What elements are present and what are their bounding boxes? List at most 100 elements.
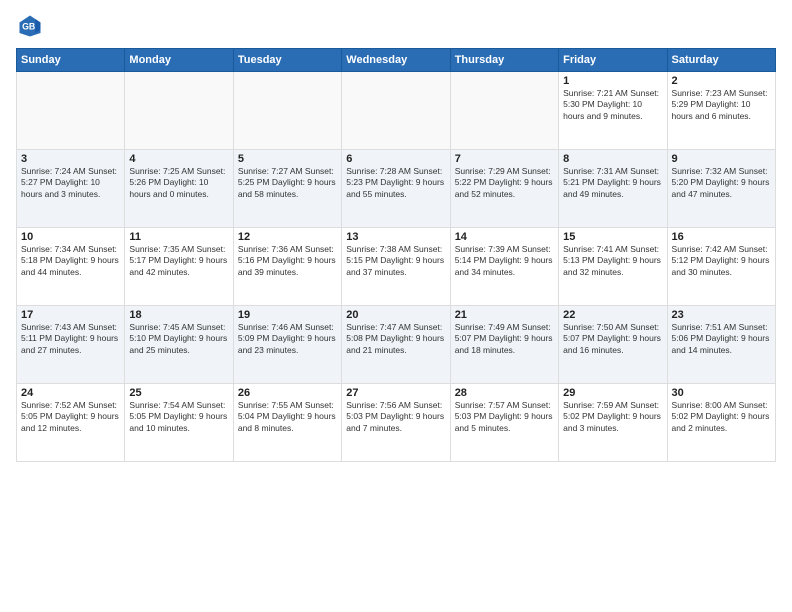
calendar-cell: 9Sunrise: 7:32 AM Sunset: 5:20 PM Daylig… [667, 150, 775, 228]
day-number: 6 [346, 153, 445, 165]
calendar-cell: 29Sunrise: 7:59 AM Sunset: 5:02 PM Dayli… [559, 384, 667, 462]
day-info: Sunrise: 8:00 AM Sunset: 5:02 PM Dayligh… [672, 400, 771, 434]
day-number: 12 [238, 231, 337, 243]
day-info: Sunrise: 7:35 AM Sunset: 5:17 PM Dayligh… [129, 244, 228, 278]
day-info: Sunrise: 7:38 AM Sunset: 5:15 PM Dayligh… [346, 244, 445, 278]
day-number: 3 [21, 153, 120, 165]
day-info: Sunrise: 7:27 AM Sunset: 5:25 PM Dayligh… [238, 166, 337, 200]
day-info: Sunrise: 7:32 AM Sunset: 5:20 PM Dayligh… [672, 166, 771, 200]
calendar-cell: 11Sunrise: 7:35 AM Sunset: 5:17 PM Dayli… [125, 228, 233, 306]
day-number: 10 [21, 231, 120, 243]
day-number: 8 [563, 153, 662, 165]
calendar-cell: 7Sunrise: 7:29 AM Sunset: 5:22 PM Daylig… [450, 150, 558, 228]
day-info: Sunrise: 7:39 AM Sunset: 5:14 PM Dayligh… [455, 244, 554, 278]
calendar-cell [450, 72, 558, 150]
calendar-cell [125, 72, 233, 150]
calendar-week-4: 24Sunrise: 7:52 AM Sunset: 5:05 PM Dayli… [17, 384, 776, 462]
calendar-cell: 26Sunrise: 7:55 AM Sunset: 5:04 PM Dayli… [233, 384, 341, 462]
calendar-cell: 18Sunrise: 7:45 AM Sunset: 5:10 PM Dayli… [125, 306, 233, 384]
calendar-cell [233, 72, 341, 150]
day-number: 14 [455, 231, 554, 243]
day-number: 11 [129, 231, 228, 243]
day-number: 29 [563, 387, 662, 399]
day-number: 20 [346, 309, 445, 321]
day-info: Sunrise: 7:24 AM Sunset: 5:27 PM Dayligh… [21, 166, 120, 200]
day-number: 25 [129, 387, 228, 399]
calendar-header-wednesday: Wednesday [342, 49, 450, 72]
day-info: Sunrise: 7:59 AM Sunset: 5:02 PM Dayligh… [563, 400, 662, 434]
calendar-header-saturday: Saturday [667, 49, 775, 72]
day-number: 2 [672, 75, 771, 87]
day-info: Sunrise: 7:28 AM Sunset: 5:23 PM Dayligh… [346, 166, 445, 200]
day-info: Sunrise: 7:36 AM Sunset: 5:16 PM Dayligh… [238, 244, 337, 278]
day-number: 24 [21, 387, 120, 399]
calendar-cell: 19Sunrise: 7:46 AM Sunset: 5:09 PM Dayli… [233, 306, 341, 384]
day-info: Sunrise: 7:55 AM Sunset: 5:04 PM Dayligh… [238, 400, 337, 434]
day-number: 13 [346, 231, 445, 243]
calendar-header-thursday: Thursday [450, 49, 558, 72]
day-number: 28 [455, 387, 554, 399]
day-number: 19 [238, 309, 337, 321]
calendar-cell: 22Sunrise: 7:50 AM Sunset: 5:07 PM Dayli… [559, 306, 667, 384]
page: GB SundayMondayTuesdayWednesdayThursdayF… [0, 0, 792, 612]
day-number: 9 [672, 153, 771, 165]
day-info: Sunrise: 7:49 AM Sunset: 5:07 PM Dayligh… [455, 322, 554, 356]
day-number: 27 [346, 387, 445, 399]
calendar-cell: 6Sunrise: 7:28 AM Sunset: 5:23 PM Daylig… [342, 150, 450, 228]
day-number: 21 [455, 309, 554, 321]
day-info: Sunrise: 7:43 AM Sunset: 5:11 PM Dayligh… [21, 322, 120, 356]
day-info: Sunrise: 7:25 AM Sunset: 5:26 PM Dayligh… [129, 166, 228, 200]
calendar-header-row: SundayMondayTuesdayWednesdayThursdayFrid… [17, 49, 776, 72]
calendar-week-3: 17Sunrise: 7:43 AM Sunset: 5:11 PM Dayli… [17, 306, 776, 384]
calendar-cell: 3Sunrise: 7:24 AM Sunset: 5:27 PM Daylig… [17, 150, 125, 228]
day-info: Sunrise: 7:29 AM Sunset: 5:22 PM Dayligh… [455, 166, 554, 200]
calendar-cell: 4Sunrise: 7:25 AM Sunset: 5:26 PM Daylig… [125, 150, 233, 228]
logo: GB [16, 12, 48, 40]
calendar-cell: 28Sunrise: 7:57 AM Sunset: 5:03 PM Dayli… [450, 384, 558, 462]
day-info: Sunrise: 7:57 AM Sunset: 5:03 PM Dayligh… [455, 400, 554, 434]
calendar-cell [17, 72, 125, 150]
day-number: 26 [238, 387, 337, 399]
day-info: Sunrise: 7:31 AM Sunset: 5:21 PM Dayligh… [563, 166, 662, 200]
day-number: 5 [238, 153, 337, 165]
calendar-cell: 1Sunrise: 7:21 AM Sunset: 5:30 PM Daylig… [559, 72, 667, 150]
day-info: Sunrise: 7:21 AM Sunset: 5:30 PM Dayligh… [563, 88, 662, 122]
calendar-cell: 15Sunrise: 7:41 AM Sunset: 5:13 PM Dayli… [559, 228, 667, 306]
calendar-header-friday: Friday [559, 49, 667, 72]
calendar-cell: 17Sunrise: 7:43 AM Sunset: 5:11 PM Dayli… [17, 306, 125, 384]
day-number: 18 [129, 309, 228, 321]
calendar-cell: 12Sunrise: 7:36 AM Sunset: 5:16 PM Dayli… [233, 228, 341, 306]
logo-icon: GB [16, 12, 44, 40]
day-number: 15 [563, 231, 662, 243]
calendar-cell: 24Sunrise: 7:52 AM Sunset: 5:05 PM Dayli… [17, 384, 125, 462]
day-number: 17 [21, 309, 120, 321]
day-info: Sunrise: 7:41 AM Sunset: 5:13 PM Dayligh… [563, 244, 662, 278]
calendar-week-2: 10Sunrise: 7:34 AM Sunset: 5:18 PM Dayli… [17, 228, 776, 306]
calendar-cell: 8Sunrise: 7:31 AM Sunset: 5:21 PM Daylig… [559, 150, 667, 228]
calendar-header-sunday: Sunday [17, 49, 125, 72]
day-number: 22 [563, 309, 662, 321]
day-info: Sunrise: 7:42 AM Sunset: 5:12 PM Dayligh… [672, 244, 771, 278]
calendar-cell: 25Sunrise: 7:54 AM Sunset: 5:05 PM Dayli… [125, 384, 233, 462]
calendar-cell: 10Sunrise: 7:34 AM Sunset: 5:18 PM Dayli… [17, 228, 125, 306]
day-info: Sunrise: 7:45 AM Sunset: 5:10 PM Dayligh… [129, 322, 228, 356]
header: GB [16, 12, 776, 40]
svg-text:GB: GB [22, 22, 35, 32]
day-info: Sunrise: 7:34 AM Sunset: 5:18 PM Dayligh… [21, 244, 120, 278]
calendar-cell: 21Sunrise: 7:49 AM Sunset: 5:07 PM Dayli… [450, 306, 558, 384]
day-number: 30 [672, 387, 771, 399]
day-info: Sunrise: 7:46 AM Sunset: 5:09 PM Dayligh… [238, 322, 337, 356]
day-info: Sunrise: 7:50 AM Sunset: 5:07 PM Dayligh… [563, 322, 662, 356]
calendar-cell: 20Sunrise: 7:47 AM Sunset: 5:08 PM Dayli… [342, 306, 450, 384]
calendar-cell: 23Sunrise: 7:51 AM Sunset: 5:06 PM Dayli… [667, 306, 775, 384]
calendar-header-tuesday: Tuesday [233, 49, 341, 72]
calendar-cell [342, 72, 450, 150]
calendar-cell: 16Sunrise: 7:42 AM Sunset: 5:12 PM Dayli… [667, 228, 775, 306]
day-info: Sunrise: 7:23 AM Sunset: 5:29 PM Dayligh… [672, 88, 771, 122]
calendar-cell: 30Sunrise: 8:00 AM Sunset: 5:02 PM Dayli… [667, 384, 775, 462]
day-info: Sunrise: 7:52 AM Sunset: 5:05 PM Dayligh… [21, 400, 120, 434]
day-number: 16 [672, 231, 771, 243]
day-info: Sunrise: 7:51 AM Sunset: 5:06 PM Dayligh… [672, 322, 771, 356]
calendar-header-monday: Monday [125, 49, 233, 72]
calendar: SundayMondayTuesdayWednesdayThursdayFrid… [16, 48, 776, 462]
